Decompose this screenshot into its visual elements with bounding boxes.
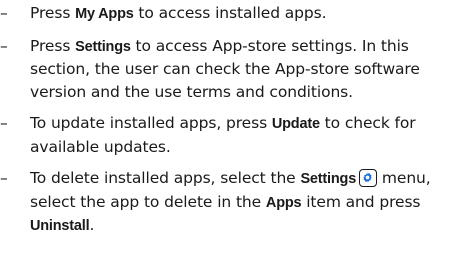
- gear-icon: [359, 169, 378, 187]
- keyword-my-apps: My Apps: [75, 6, 134, 22]
- item-text: Press: [30, 36, 76, 55]
- instruction-list: – Press My Apps to access installed apps…: [0, 0, 458, 277]
- item-text: To update installed apps, press: [30, 114, 272, 132]
- keyword-settings: Settings: [300, 171, 357, 187]
- item-text: item and press: [301, 192, 421, 211]
- list-item-update: – To update installed apps, press Update…: [0, 112, 458, 158]
- item-text: To delete installed apps, select the: [30, 169, 301, 187]
- list-item-delete: – To delete installed apps, select the S…: [0, 167, 458, 238]
- list-dash: –: [0, 4, 8, 22]
- list-dash: –: [0, 36, 8, 55]
- list-item-settings: – Press Settings to access App-store set…: [0, 35, 458, 104]
- item-text: to access installed apps.: [133, 4, 327, 22]
- list-dash: –: [0, 169, 8, 187]
- keyword-update: Update: [271, 116, 320, 132]
- item-text: Press: [30, 4, 76, 22]
- keyword-uninstall: Uninstall: [30, 218, 90, 234]
- list-dash: –: [0, 114, 8, 132]
- list-item-my-apps: – Press My Apps to access installed apps…: [0, 2, 458, 26]
- gear-icon-glyph: [363, 172, 372, 183]
- item-text: .: [89, 216, 95, 234]
- keyword-settings: Settings: [75, 38, 131, 55]
- keyword-apps: Apps: [265, 194, 302, 211]
